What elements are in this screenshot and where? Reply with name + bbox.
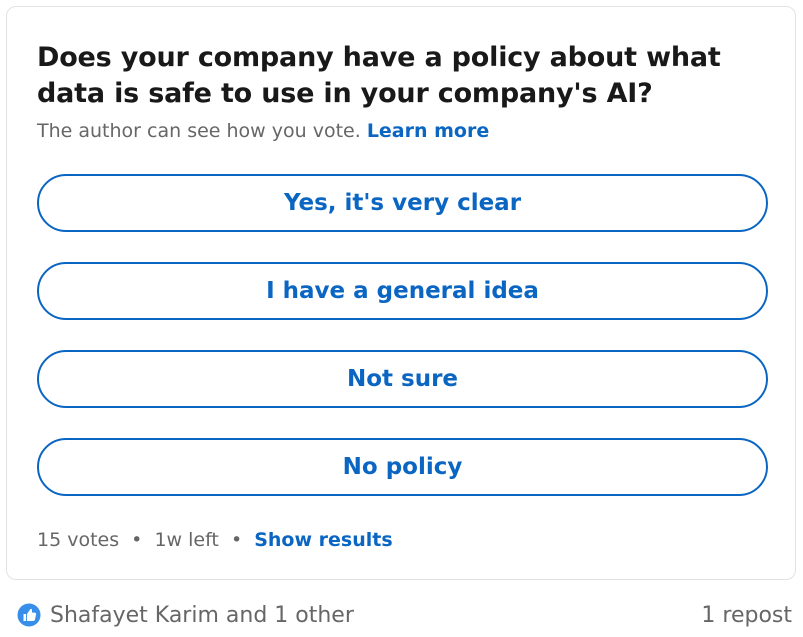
time-left: 1w left	[154, 529, 219, 551]
poll-card: Does your company have a policy about wh…	[6, 6, 796, 580]
separator-dot: •	[230, 529, 243, 551]
poll-visibility-note: The author can see how you vote. Learn m…	[37, 118, 489, 144]
reactions-summary[interactable]: Shafayet Karim and 1 other	[16, 602, 354, 628]
poll-option-general-idea[interactable]: I have a general idea	[37, 262, 768, 320]
learn-more-link[interactable]: Learn more	[367, 120, 489, 142]
poll-option-no-policy[interactable]: No policy	[37, 438, 768, 496]
poll-question: Does your company have a policy about wh…	[37, 42, 721, 109]
separator-dot: •	[131, 529, 143, 551]
show-results-link[interactable]: Show results	[254, 529, 392, 551]
social-counts-bar: Shafayet Karim and 1 other 1 repost	[16, 599, 792, 631]
reactions-text: Shafayet Karim and 1 other	[50, 602, 354, 628]
like-icon	[16, 602, 42, 628]
poll-options: Yes, it's very clear I have a general id…	[37, 174, 768, 526]
poll-footer: 15 votes • 1w left • Show results	[37, 527, 393, 553]
repost-count[interactable]: 1 repost	[701, 603, 792, 628]
poll-option-not-sure[interactable]: Not sure	[37, 350, 768, 408]
visibility-note-text: The author can see how you vote.	[37, 120, 361, 142]
poll-option-yes-very-clear[interactable]: Yes, it's very clear	[37, 174, 768, 232]
vote-count: 15 votes	[37, 529, 120, 551]
